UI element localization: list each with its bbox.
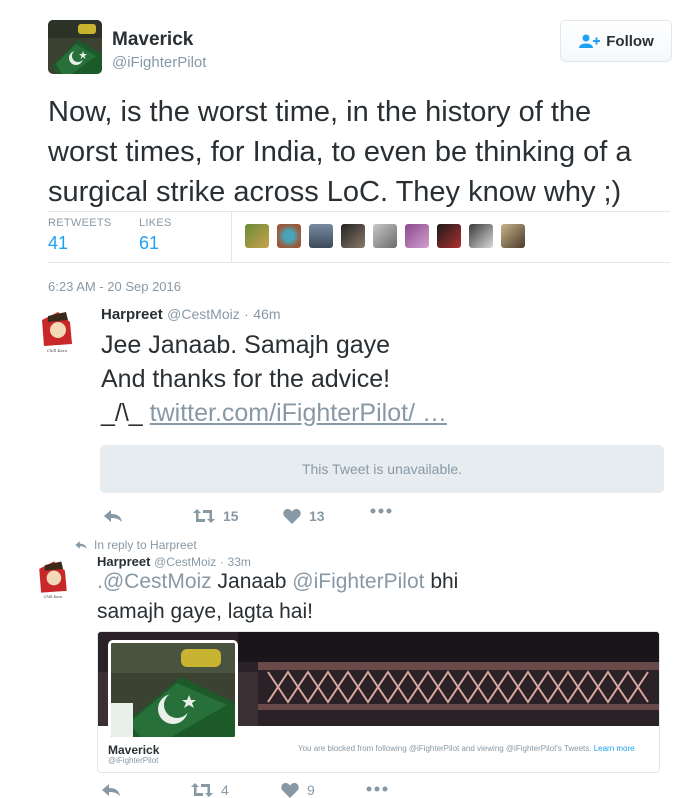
tweet-timestamp[interactable]: 6:23 AM - 20 Sep 2016 [48, 279, 181, 294]
reply-button[interactable] [103, 508, 123, 524]
reply-line: .@CestMoiz Janaab @iFighterPilot bhi [97, 567, 667, 597]
separator: · [244, 306, 249, 322]
retweets-count: 41 [48, 233, 69, 253]
liker-avatar[interactable] [437, 224, 461, 248]
retweets-label: RETWEETS [48, 217, 112, 229]
liker-avatar[interactable] [373, 224, 397, 248]
reply-line: samajh gaye, lagta hai! [97, 600, 313, 623]
mention-link[interactable]: .@CestMoiz [97, 570, 212, 593]
in-reply-to-label: In reply to Harpreet [94, 538, 197, 552]
reply-word: Janaab [217, 570, 287, 593]
reply-author-handle[interactable]: @CestMoiz [167, 306, 240, 322]
liker-avatar[interactable] [277, 224, 301, 248]
likes-label: LIKES [139, 217, 172, 229]
author-avatar[interactable] [48, 20, 102, 74]
reply-line: Jee Janaab. Samajh gaye [101, 331, 391, 359]
reply-icon [75, 541, 87, 549]
reply-author-name[interactable]: Harpreet [101, 306, 163, 323]
retweet-count: 4 [221, 782, 229, 798]
unavailable-quote: This Tweet is unavailable. [100, 445, 664, 493]
follow-label: Follow [606, 32, 654, 50]
reply-button[interactable] [101, 782, 121, 798]
likes-stat[interactable]: LIKES 61 [139, 217, 172, 254]
like-button[interactable]: 9 [281, 782, 315, 798]
heart-icon [281, 782, 299, 798]
mention-link[interactable]: @iFighterPilot [292, 570, 424, 593]
retweet-icon [193, 509, 215, 523]
learn-more-link[interactable]: Learn more [594, 744, 635, 753]
divider [48, 211, 670, 212]
liker-avatar[interactable] [501, 224, 525, 248]
svg-text:Chill Karo: Chill Karo [44, 595, 63, 599]
profile-card-handle[interactable]: @iFighterPilot [108, 756, 158, 765]
reply-word: bhi [430, 570, 459, 593]
more-icon [370, 508, 392, 514]
liker-avatar[interactable] [341, 224, 365, 248]
more-button[interactable] [370, 508, 392, 514]
retweet-icon [191, 783, 213, 797]
profile-card-avatar[interactable] [108, 640, 238, 740]
retweet-count: 15 [223, 508, 239, 524]
retweets-stat[interactable]: RETWEETS 41 [48, 217, 112, 254]
in-reply-to[interactable]: In reply to Harpreet [74, 538, 197, 552]
reply-header: Harpreet @CestMoiz · 46m [101, 306, 281, 324]
divider [231, 212, 232, 262]
reply-line-prefix: _/\_ [101, 399, 143, 427]
like-button[interactable]: 13 [283, 508, 325, 524]
divider [48, 262, 670, 263]
reply-time[interactable]: 46m [253, 306, 280, 322]
reply-text: Jee Janaab. Samajh gaye And thanks for t… [101, 328, 447, 430]
tweet-text: Now, is the worst time, in the history o… [48, 96, 632, 208]
reply-icon [104, 510, 122, 522]
follow-button[interactable]: Follow [560, 20, 672, 62]
reply-avatar[interactable]: Chill Karo [36, 306, 78, 354]
profile-card[interactable]: Maverick @iFighterPilot You are blocked … [97, 631, 660, 773]
retweet-button[interactable]: 4 [191, 782, 229, 798]
blocked-text: You are blocked from following @iFighter… [298, 744, 592, 753]
profile-card-name[interactable]: Maverick [108, 743, 159, 757]
liker-avatar[interactable] [469, 224, 493, 248]
reply-text: .@CestMoiz Janaab @iFighterPilot bhi sam… [97, 567, 667, 627]
author-handle[interactable]: @iFighterPilot [112, 54, 206, 71]
like-count: 13 [309, 508, 325, 524]
retweet-button[interactable]: 15 [193, 508, 239, 524]
reply-line: _/\_ twitter.com/iFighterPilot/ … [101, 396, 447, 430]
likes-count: 61 [139, 233, 160, 253]
svg-text:Chill Karo: Chill Karo [47, 348, 68, 353]
liker-avatar[interactable] [405, 224, 429, 248]
blocked-notice: You are blocked from following @iFighter… [298, 744, 658, 754]
reply-icon [102, 784, 120, 796]
reply-line: And thanks for the advice! [101, 365, 391, 393]
liker-avatar[interactable] [309, 224, 333, 248]
follow-user-icon [579, 34, 601, 48]
reply-avatar[interactable]: Chill Karo [32, 556, 74, 604]
author-name[interactable]: Maverick [112, 29, 193, 51]
more-icon [366, 786, 388, 792]
tweet-link[interactable]: twitter.com/iFighterPilot/ … [150, 399, 447, 427]
more-button[interactable] [366, 786, 388, 792]
like-count: 9 [307, 782, 315, 798]
liker-avatar[interactable] [245, 224, 269, 248]
heart-icon [283, 508, 301, 524]
